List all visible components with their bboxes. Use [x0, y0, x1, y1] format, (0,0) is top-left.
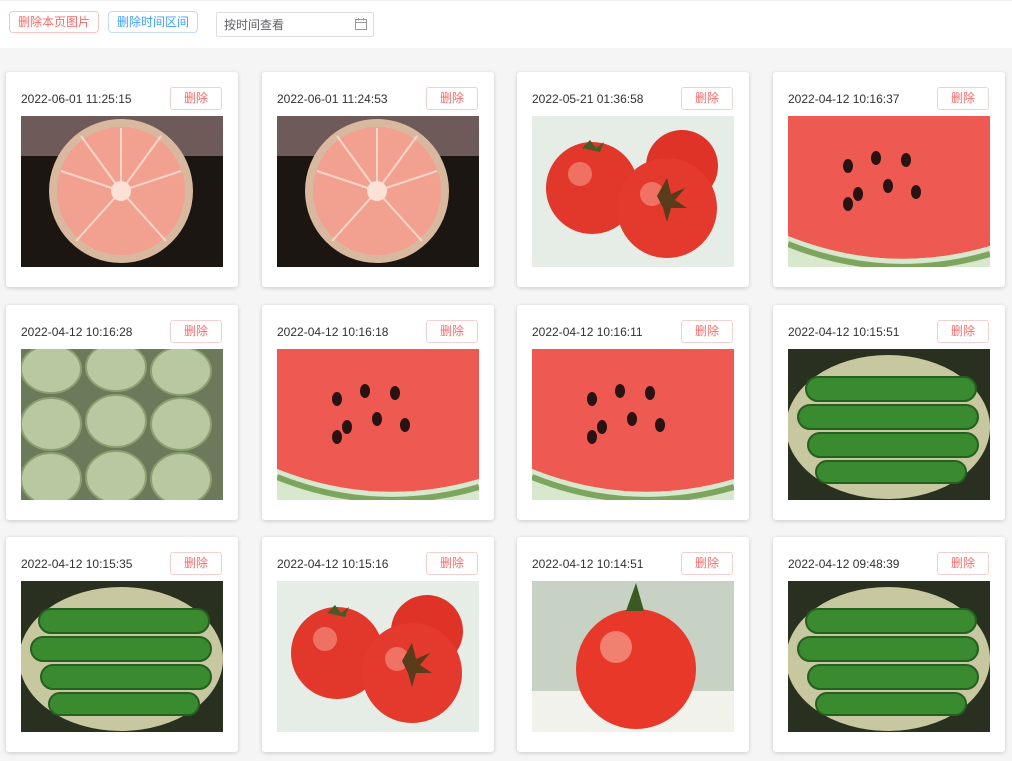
photo-timestamp: 2022-06-01 11:25:15: [21, 92, 132, 106]
photo-image[interactable]: [532, 349, 734, 500]
photo-image[interactable]: [788, 581, 990, 732]
photo-card: 2022-06-01 11:24:53 删除: [262, 72, 494, 287]
photo-image[interactable]: [277, 581, 479, 732]
photo-image[interactable]: [788, 116, 990, 267]
delete-photo-button[interactable]: 删除: [937, 552, 989, 575]
delete-photo-button[interactable]: 删除: [681, 87, 733, 110]
photo-timestamp: 2022-04-12 09:48:39: [788, 557, 900, 571]
delete-photo-button[interactable]: 删除: [426, 320, 478, 343]
photo-timestamp: 2022-04-12 10:16:28: [21, 325, 133, 339]
photo-timestamp: 2022-06-01 11:24:53: [277, 92, 388, 106]
delete-photo-button[interactable]: 删除: [681, 552, 733, 575]
photo-timestamp: 2022-04-12 10:15:16: [277, 557, 389, 571]
photo-card: 2022-04-12 10:15:51 删除: [773, 305, 1005, 520]
photo-card: 2022-04-12 10:16:37 删除: [773, 72, 1005, 287]
photo-card: 2022-04-12 10:16:11 删除: [517, 305, 749, 520]
photo-timestamp: 2022-04-12 10:15:35: [21, 557, 133, 571]
photo-image[interactable]: [21, 349, 223, 500]
photo-card: 2022-04-12 10:15:35 删除: [6, 537, 238, 752]
photo-image[interactable]: [532, 116, 734, 267]
delete-time-range-button[interactable]: 删除时间区间: [108, 11, 198, 33]
photo-timestamp: 2022-04-12 10:16:11: [532, 325, 643, 339]
photo-card: 2022-05-21 01:36:58 删除: [517, 72, 749, 287]
delete-photo-button[interactable]: 删除: [426, 552, 478, 575]
photo-timestamp: 2022-05-21 01:36:58: [532, 92, 644, 106]
photo-image[interactable]: [21, 581, 223, 732]
delete-photo-button[interactable]: 删除: [170, 552, 222, 575]
toolbar: 删除本页图片 删除时间区间: [0, 0, 1012, 48]
photo-card: 2022-04-12 10:15:16 删除: [262, 537, 494, 752]
photo-timestamp: 2022-04-12 10:14:51: [532, 557, 644, 571]
photo-timestamp: 2022-04-12 10:15:51: [788, 325, 900, 339]
photo-timestamp: 2022-04-12 10:16:37: [788, 92, 900, 106]
photo-card: 2022-04-12 10:16:18 删除: [262, 305, 494, 520]
delete-photo-button[interactable]: 删除: [170, 320, 222, 343]
photo-card: 2022-04-12 09:48:39 删除: [773, 537, 1005, 752]
delete-page-images-button[interactable]: 删除本页图片: [9, 11, 99, 33]
photo-card: 2022-04-12 10:16:28 删除: [6, 305, 238, 520]
photo-card: 2022-06-01 11:25:15 删除: [6, 72, 238, 287]
delete-photo-button[interactable]: 删除: [937, 320, 989, 343]
delete-photo-button[interactable]: 删除: [937, 87, 989, 110]
photo-card: 2022-04-12 10:14:51 删除: [517, 537, 749, 752]
photo-timestamp: 2022-04-12 10:16:18: [277, 325, 389, 339]
date-filter-input[interactable]: [224, 16, 344, 33]
delete-photo-button[interactable]: 删除: [426, 87, 478, 110]
photo-image[interactable]: [277, 349, 479, 500]
photo-image[interactable]: [788, 349, 990, 500]
calendar-icon[interactable]: [355, 18, 367, 30]
delete-photo-button[interactable]: 删除: [681, 320, 733, 343]
delete-photo-button[interactable]: 删除: [170, 87, 222, 110]
photo-image[interactable]: [277, 116, 479, 267]
photo-image[interactable]: [532, 581, 734, 732]
photo-image[interactable]: [21, 116, 223, 267]
date-filter[interactable]: [216, 12, 374, 37]
